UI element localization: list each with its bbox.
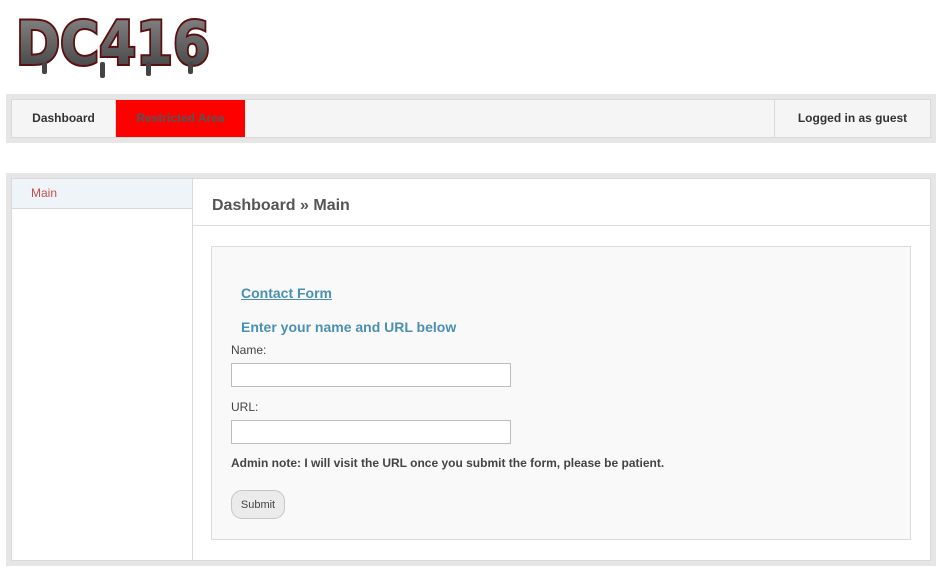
name-input[interactable] (231, 363, 511, 387)
sidebar-item-main[interactable]: Main (12, 179, 192, 209)
logged-in-user-status[interactable]: Logged in as guest (774, 100, 930, 137)
navbar-inner: Dashboard Restricted Area Logged in as g… (11, 99, 931, 138)
form-heading: Enter your name and URL below (241, 319, 457, 335)
contact-form-link[interactable]: Contact Form (241, 285, 332, 301)
name-label: Name: (231, 343, 267, 357)
title-divider (193, 225, 930, 226)
top-navbar: Dashboard Restricted Area Logged in as g… (6, 94, 936, 143)
site-logo: DC416 (12, 6, 214, 82)
url-input[interactable] (231, 420, 511, 444)
sidebar: Main (12, 179, 193, 560)
nav-dashboard-link[interactable]: Dashboard (12, 100, 116, 137)
submit-button[interactable]: Submit (231, 490, 285, 519)
content-panel: Main Dashboard » Main Contact Form Enter… (11, 178, 931, 561)
content-area: Main Dashboard » Main Contact Form Enter… (6, 173, 936, 566)
url-label: URL: (231, 400, 259, 414)
logo-graphic: DC416 (14, 7, 212, 81)
admin-note: Admin note: I will visit the URL once yo… (231, 456, 665, 470)
main-panel: Dashboard » Main Contact Form Enter your… (193, 179, 930, 560)
nav-restricted-area-link[interactable]: Restricted Area (116, 100, 245, 137)
page-title: Dashboard » Main (212, 197, 350, 214)
contact-form-box: Contact Form Enter your name and URL bel… (211, 246, 911, 540)
